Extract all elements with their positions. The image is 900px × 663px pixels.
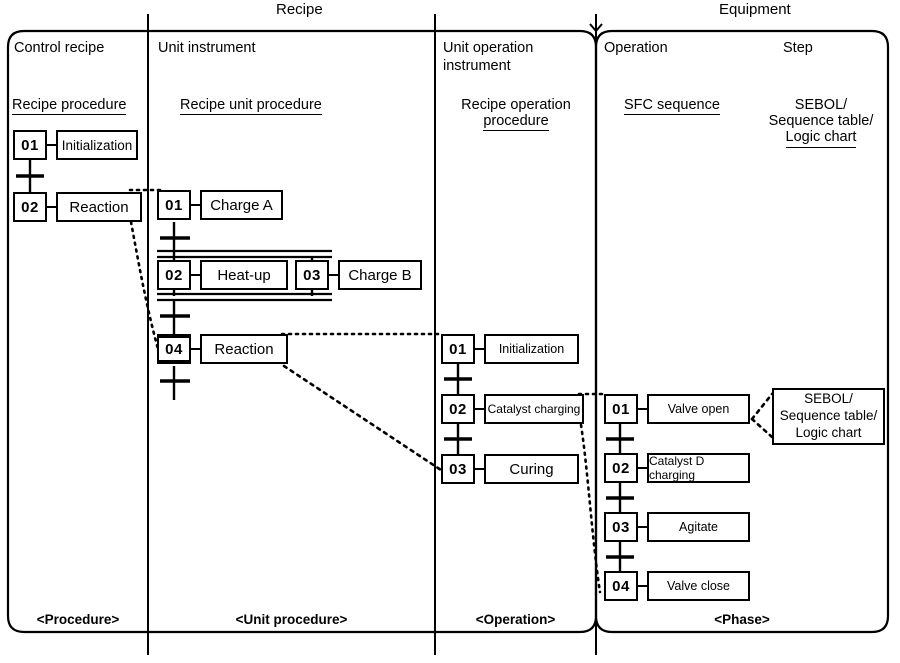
operation-step-03[interactable]: 03 Curing [441,454,579,484]
step-number: 03 [441,454,475,484]
unit-procedure-step-02[interactable]: 02 Heat-up [157,260,288,290]
step-action: Catalyst charging [484,394,584,424]
phase-step-03[interactable]: 03 Agitate [604,512,750,542]
footer-unit-procedure: <Unit procedure> [235,612,348,627]
sebol-detail-text: SEBOL/ Sequence table/ Logic chart [780,391,878,442]
step-number: 01 [157,190,191,220]
step-action: Initialization [484,334,579,364]
step-action: Curing [484,454,579,484]
step-action: Catalyst D charging [647,453,750,483]
footer-operation: <Operation> [475,612,556,627]
column-header-unit-operation-instrument-line1: Unit operation [443,40,534,56]
column-header-control-recipe: Control recipe [14,40,105,56]
subtitle-recipe-procedure-text: Recipe procedure [12,97,127,116]
step-action: Charge B [338,260,422,290]
step-number: 02 [157,260,191,290]
step-number-macro: 04 [157,334,191,364]
step-number: 03 [604,512,638,542]
subtitle-recipe-unit-procedure-text: Recipe unit procedure [180,97,322,116]
column-header-unit-instrument: Unit instrument [158,40,256,56]
footer-phase: <Phase> [714,612,770,627]
step-action: Reaction [200,334,288,364]
step-action: Reaction [56,192,142,222]
sebol-detail-box[interactable]: SEBOL/ Sequence table/ Logic chart [772,388,885,445]
unit-procedure-step-03[interactable]: 03 Charge B [295,260,422,290]
step-number: 01 [13,130,47,160]
unit-procedure-step-04[interactable]: 04 Reaction [157,334,288,364]
step-connector [47,144,56,146]
step-connector [475,468,484,470]
step-number: 03 [295,260,329,290]
unit-procedure-step-01[interactable]: 01 Charge A [157,190,283,220]
subtitle-sebol: SEBOL/ Sequence table/ Logic chart [756,97,886,148]
subtitle-sebol-line1: SEBOL/ [794,97,848,113]
subtitle-recipe-operation-procedure-line2: procedure [483,113,549,132]
step-connector [329,274,338,276]
step-action: Initialization [56,130,138,160]
procedure-step-01[interactable]: 01 Initialization [13,130,138,160]
sebol-detail-line1: SEBOL/ [804,391,853,407]
step-number: 01 [441,334,475,364]
step-number: 02 [441,394,475,424]
subtitle-recipe-unit-procedure: Recipe unit procedure [180,97,322,116]
step-action: Agitate [647,512,750,542]
step-action: Valve open [647,394,750,424]
diagram-canvas: Recipe Equipment Control recipe Unit ins… [0,0,900,663]
subtitle-sebol-line2: Sequence table/ [768,113,874,130]
step-connector [475,408,484,410]
step-number: 04 [604,571,638,601]
step-number: 02 [604,453,638,483]
phase-step-04[interactable]: 04 Valve close [604,571,750,601]
column-header-step: Step [783,40,813,56]
step-connector [475,348,484,350]
step-connector [638,526,647,528]
phase-step-01[interactable]: 01 Valve open [604,394,750,424]
step-connector [191,348,200,350]
subtitle-sfc-sequence-text: SFC sequence [624,97,720,116]
step-connector [638,408,647,410]
operation-step-02[interactable]: 02 Catalyst charging [441,394,584,424]
step-connector [191,274,200,276]
subtitle-recipe-operation-procedure-line1: Recipe operation [461,97,571,113]
footer-procedure: <Procedure> [36,612,120,627]
group-title-equipment: Equipment [719,1,791,18]
operation-step-01[interactable]: 01 Initialization [441,334,579,364]
step-action: Heat-up [200,260,288,290]
column-header-operation: Operation [604,40,668,56]
subtitle-recipe-operation-procedure: Recipe operation procedure [450,97,582,132]
sebol-detail-line3: Logic chart [795,424,862,440]
step-connector [191,204,200,206]
step-number: 02 [13,192,47,222]
group-title-recipe: Recipe [276,1,323,18]
subtitle-sebol-line3: Logic chart [785,129,857,148]
step-connector [47,206,56,208]
subtitle-recipe-procedure: Recipe procedure [12,97,127,116]
column-header-unit-operation-instrument-line2: instrument [443,58,511,74]
step-connector [638,467,647,469]
sebol-detail-line2: Sequence table/ [779,408,878,424]
step-number: 01 [604,394,638,424]
subtitle-sfc-sequence: SFC sequence [624,97,720,116]
step-connector [638,585,647,587]
step-action: Charge A [200,190,283,220]
procedure-step-02[interactable]: 02 Reaction [13,192,142,222]
step-action: Valve close [647,571,750,601]
phase-step-02[interactable]: 02 Catalyst D charging [604,453,750,483]
